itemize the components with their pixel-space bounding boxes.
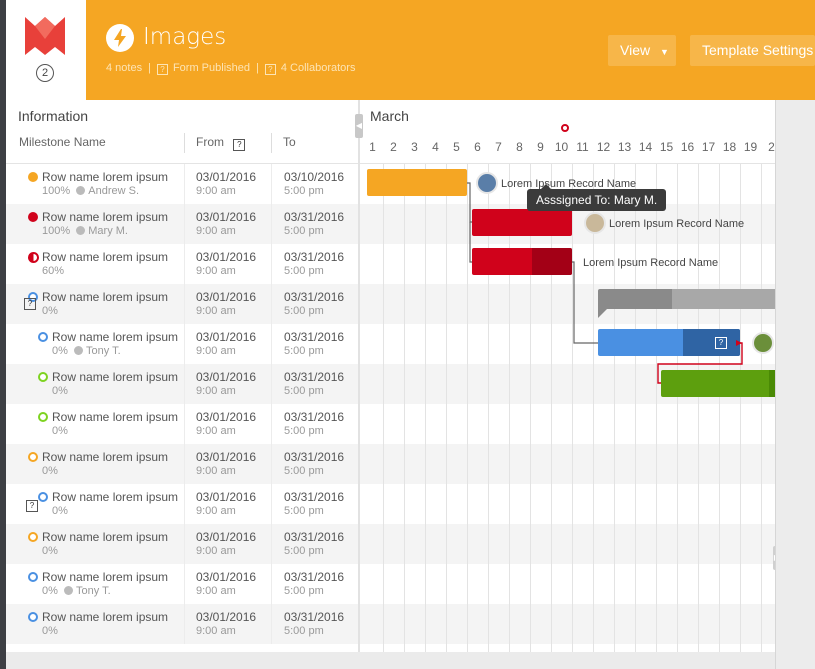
gantt-panel: Row name lorem ipsum 100% Andrew S. 03/01/… (6, 100, 775, 652)
lightning-bolt-icon (106, 24, 134, 52)
dependency-line (467, 182, 472, 223)
page-title: Images (143, 24, 227, 50)
view-dropdown-button[interactable]: View ▼ (608, 35, 676, 66)
dependency-connectors (467, 182, 743, 384)
template-settings-button[interactable]: Template Settings (690, 35, 815, 66)
assignee-tooltip: Asssigned To: Mary M. (527, 184, 667, 211)
caret-down-icon: ▼ (659, 47, 669, 57)
question-box-icon: ? (156, 64, 168, 75)
brand-logo-icon (25, 17, 65, 55)
right-rail (775, 100, 815, 669)
notification-badge[interactable]: 2 (36, 64, 54, 82)
header-meta: 4 notes |? Form Published |? 4 Collaborators (106, 62, 356, 75)
dependency-line (572, 261, 598, 344)
template-settings-label: Template Settings (702, 42, 814, 58)
notes-count[interactable]: 4 notes (106, 62, 142, 74)
dependency-line (657, 342, 743, 384)
form-published-status[interactable]: Form Published (173, 62, 250, 74)
logo-box[interactable]: 2 (6, 0, 86, 100)
dependency-line (469, 222, 472, 263)
question-box-icon: ? (264, 64, 276, 75)
collaborators-count[interactable]: 4 Collaborators (281, 62, 356, 74)
dependency-arrow (736, 340, 742, 346)
view-label: View (620, 42, 651, 58)
